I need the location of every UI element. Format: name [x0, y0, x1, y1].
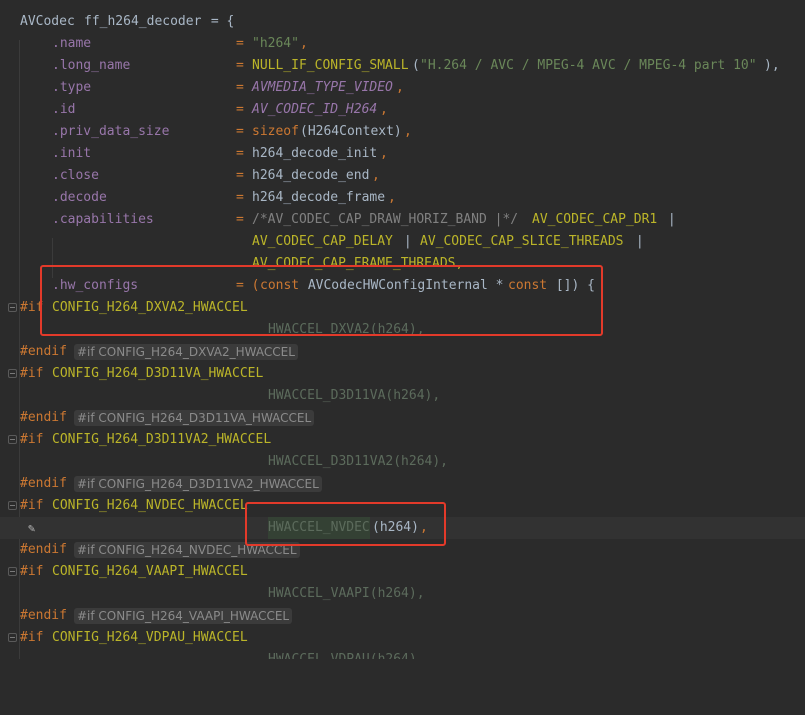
code-line-disabled: HWACCEL_VDPAU(h264), [0, 649, 805, 659]
preprocessor-endif: #endif [20, 608, 67, 623]
decl-op: = { [203, 14, 235, 29]
endif-inlay-hint: #if CONFIG_H264_D3D11VA_HWACCEL [74, 410, 315, 426]
inactive-code: HWACCEL_VAAPI(h264), [268, 586, 425, 601]
field-key: .close [52, 168, 99, 183]
preprocessor-condition: CONFIG_H264_VAAPI_HWACCEL [52, 564, 248, 579]
field-key: .capabilities [52, 212, 154, 227]
comma: , [380, 146, 388, 161]
inactive-code: HWACCEL_VDPAU(h264), [268, 649, 425, 659]
preprocessor-endif: #endif [20, 542, 67, 557]
comment: /*AV_CODEC_CAP_DRAW_HORIZ_BAND |*/ [252, 212, 519, 227]
comma: , [396, 80, 404, 95]
function-name: h264_decode_frame [252, 190, 386, 205]
code-line-disabled: HWACCEL_VAAPI(h264), [0, 583, 805, 605]
inactive-code: HWACCEL_D3D11VA2(h264), [268, 454, 449, 469]
code-line-if: #if CONFIG_H264_VAAPI_HWACCEL [0, 561, 805, 583]
comma: , [300, 36, 308, 51]
preprocessor-endif: #endif [20, 410, 67, 425]
macro-constant: AV_CODEC_CAP_DR1 [532, 212, 658, 227]
code-line-decode: .decode = h264_decode_frame , [0, 187, 805, 209]
enum-constant: AV_CODEC_ID_H264 [252, 102, 378, 117]
endif-inlay-hint: #if CONFIG_H264_VAAPI_HWACCEL [74, 608, 293, 624]
comma: , [388, 190, 396, 205]
operator: = [236, 102, 252, 117]
field-key: .long_name [52, 58, 131, 73]
operator: = [236, 36, 252, 51]
preprocessor-condition: CONFIG_H264_D3D11VA2_HWACCEL [52, 432, 272, 447]
operator: = [236, 146, 252, 161]
code-line-long-name: .long_name = NULL_IF_CONFIG_SMALL ( "H.2… [0, 55, 805, 77]
code-line-if: #if CONFIG_H264_VDPAU_HWACCEL [0, 627, 805, 649]
macro-call: NULL_IF_CONFIG_SMALL [252, 58, 409, 73]
field-key: .decode [52, 190, 107, 205]
keyword: sizeof [252, 124, 299, 139]
code-line-disabled: HWACCEL_D3D11VA2(h264), [0, 451, 805, 473]
operator: = [236, 124, 252, 139]
macro-constant: AV_CODEC_CAP_DELAY [252, 234, 393, 249]
preprocessor-condition: CONFIG_H264_VDPAU_HWACCEL [52, 630, 248, 645]
macro-constant: AV_CODEC_CAP_SLICE_THREADS [420, 234, 624, 249]
code-line-if: #if CONFIG_H264_D3D11VA2_HWACCEL [0, 429, 805, 451]
annotation-box-hw-configs [40, 265, 603, 336]
operator: = [236, 80, 252, 95]
operator: = [236, 168, 252, 183]
comma: , [404, 124, 412, 139]
function-name: h264_decode_init [252, 146, 378, 161]
comma: , [380, 102, 388, 117]
operator: | [660, 212, 676, 227]
function-name: h264_decode_end [252, 168, 370, 183]
code-line-id: .id = AV_CODEC_ID_H264 , [0, 99, 805, 121]
preprocessor-if: #if [20, 498, 44, 513]
argument: (H264Context) [300, 124, 402, 139]
string-literal: "h264" [252, 36, 299, 51]
comma: , [372, 168, 380, 183]
inactive-code: HWACCEL_D3D11VA(h264), [268, 388, 441, 403]
code-line-endif: #endif #if CONFIG_H264_DXVA2_HWACCEL [0, 341, 805, 363]
preprocessor-endif: #endif [20, 476, 67, 491]
paren: ( [412, 58, 420, 73]
preprocessor-endif: #endif [20, 344, 67, 359]
operator: | [396, 234, 420, 249]
operator: = [236, 212, 252, 227]
decl-type: AVCodec [20, 14, 75, 29]
code-line-type: .type = AVMEDIA_TYPE_VIDEO , [0, 77, 805, 99]
operator: = [236, 58, 252, 73]
operator: | [628, 234, 644, 249]
preprocessor-condition: CONFIG_H264_D3D11VA_HWACCEL [52, 366, 264, 381]
field-key: .priv_data_size [52, 124, 170, 139]
annotation-box-nvdec [245, 502, 446, 546]
paren: ), [764, 58, 780, 73]
preprocessor-if: #if [20, 366, 44, 381]
code-line-priv-data-size: .priv_data_size = sizeof (H264Context) , [0, 121, 805, 143]
preprocessor-if: #if [20, 630, 44, 645]
edit-icon[interactable]: ✎ [28, 517, 35, 539]
code-line-disabled: HWACCEL_D3D11VA(h264), [0, 385, 805, 407]
code-line-endif: #endif #if CONFIG_H264_D3D11VA_HWACCEL [0, 407, 805, 429]
field-key: .init [52, 146, 92, 161]
preprocessor-if: #if [20, 432, 44, 447]
code-line-capabilities: .capabilities = /*AV_CODEC_CAP_DRAW_HORI… [0, 209, 805, 231]
code-line-close: .close = h264_decode_end , [0, 165, 805, 187]
decl-name: ff_h264_decoder [84, 14, 202, 29]
code-line-cap-2: AV_CODEC_CAP_DELAY | AV_CODEC_CAP_SLICE_… [0, 231, 805, 253]
preprocessor-if: #if [20, 564, 44, 579]
code-line-init: .init = h264_decode_init , [0, 143, 805, 165]
enum-constant: AVMEDIA_TYPE_VIDEO [252, 80, 393, 95]
code-line-endif: #endif #if CONFIG_H264_VAAPI_HWACCEL [0, 605, 805, 627]
field-key: .type [52, 80, 92, 95]
preprocessor-condition: CONFIG_H264_NVDEC_HWACCEL [52, 498, 248, 513]
field-key: .name [52, 36, 92, 51]
endif-inlay-hint: #if CONFIG_H264_DXVA2_HWACCEL [74, 344, 298, 360]
code-line-if: #if CONFIG_H264_D3D11VA_HWACCEL [0, 363, 805, 385]
endif-inlay-hint: #if CONFIG_H264_D3D11VA2_HWACCEL [74, 476, 322, 492]
code-line-endif: #endif #if CONFIG_H264_D3D11VA2_HWACCEL [0, 473, 805, 495]
field-key: .id [52, 102, 76, 117]
code-line-name: .name = "h264" , [0, 33, 805, 55]
operator: = [236, 190, 252, 205]
string-literal: "H.264 / AVC / MPEG-4 AVC / MPEG-4 part … [420, 58, 757, 73]
code-line-1: AVCodec ff_h264_decoder = { [0, 11, 805, 33]
